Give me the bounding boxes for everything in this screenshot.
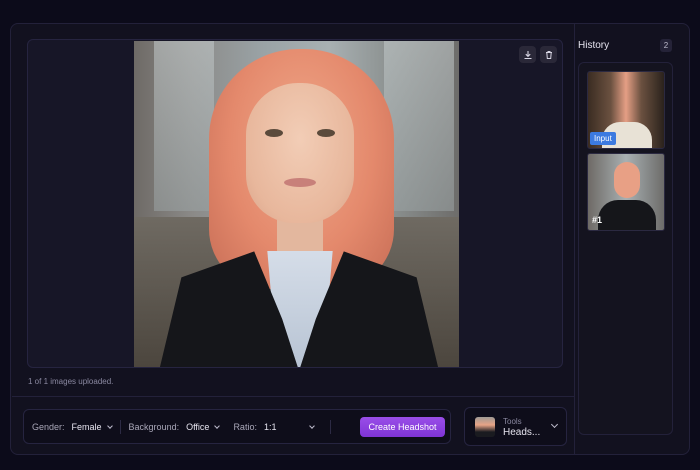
result-badge: #1 <box>592 215 603 225</box>
history-item-1[interactable]: #1 <box>587 153 665 231</box>
background-value: Office <box>186 421 210 432</box>
background-select[interactable]: Office <box>186 421 221 432</box>
headshot-controls: Gender: Female Background: Office Ratio:… <box>23 409 451 444</box>
image-viewer <box>27 39 563 368</box>
gender-label: Gender: <box>32 421 65 432</box>
upload-status: 1 of 1 images uploaded. <box>28 377 114 386</box>
viewer-actions <box>519 46 557 63</box>
tools-label: Tools <box>503 417 522 426</box>
chevron-down-icon <box>309 422 315 429</box>
create-headshot-button[interactable]: Create Headshot <box>360 417 445 437</box>
ratio-select[interactable]: 1:1 <box>263 421 315 432</box>
download-icon[interactable] <box>519 46 536 63</box>
separator <box>329 419 331 434</box>
divider <box>12 396 574 397</box>
tools-value: Heads... <box>503 427 541 438</box>
gender-value: Female <box>71 421 102 432</box>
tool-thumbnail <box>475 417 495 437</box>
ratio-label: Ratio: <box>233 421 257 432</box>
history-item-input[interactable]: Input <box>587 71 665 149</box>
chevron-down-icon <box>214 422 221 429</box>
chevron-down-icon <box>550 420 559 429</box>
ratio-value: 1:1 <box>263 421 277 432</box>
tools-selector[interactable]: Tools Heads... <box>464 407 567 446</box>
input-badge: Input <box>590 132 616 145</box>
trash-icon[interactable] <box>540 46 557 63</box>
separator <box>119 419 121 434</box>
chevron-down-icon <box>106 422 113 429</box>
divider <box>574 24 575 454</box>
background-label: Background: <box>128 421 180 432</box>
history-panel: Input #1 <box>578 62 673 435</box>
main-photo <box>134 41 459 367</box>
gender-select[interactable]: Female <box>71 421 113 432</box>
app-window: 1 of 1 images uploaded. Gender: Female B… <box>10 23 690 455</box>
history-count-badge: 2 <box>660 39 672 52</box>
history-title: History <box>578 40 610 51</box>
